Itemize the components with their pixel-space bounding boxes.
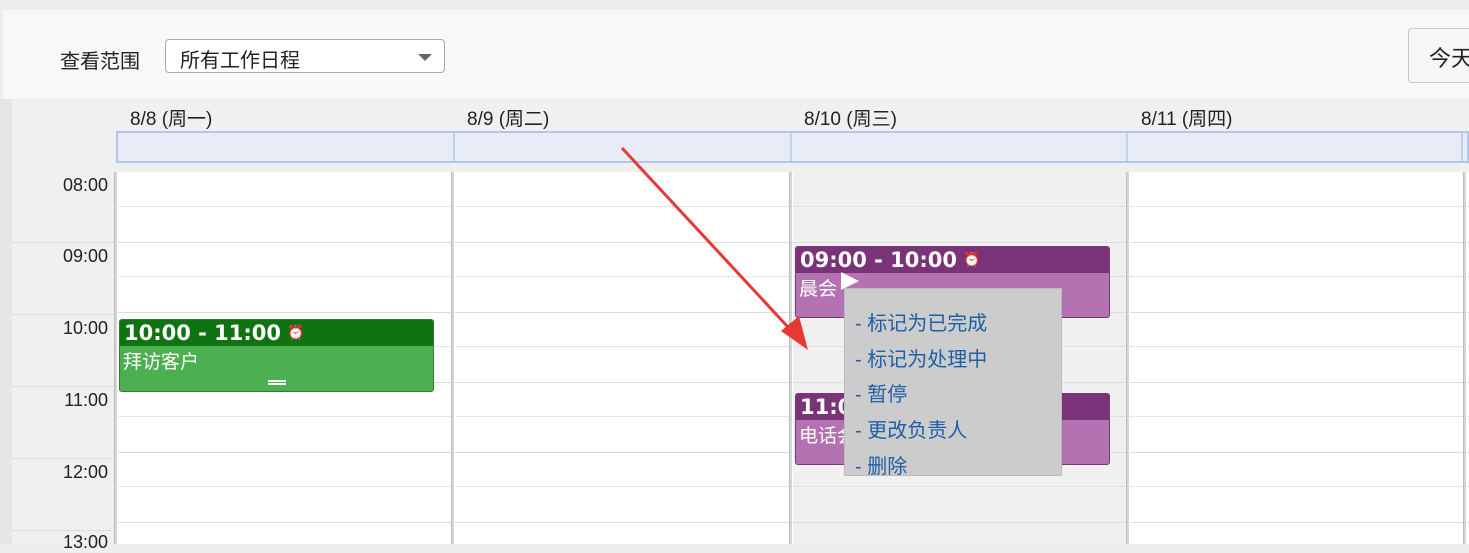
column-separator (1463, 172, 1467, 544)
all-day-separator (1126, 133, 1128, 161)
event-header: 10:00 - 11:00 ⏰ (120, 320, 433, 346)
menu-item-delete[interactable]: - 删除 (845, 450, 1061, 486)
hour-label: 13:00 (62, 532, 108, 552)
resize-handle-icon[interactable] (268, 380, 286, 385)
column-separator (789, 172, 793, 544)
caret-down-icon (418, 54, 432, 61)
hour-separator (12, 530, 116, 531)
menu-item-mark-in-progress[interactable]: - 标记为处理中 (845, 343, 1061, 379)
hour-label: 10:00 (62, 318, 108, 338)
today-button[interactable]: 今天 (1408, 28, 1469, 83)
all-day-separator (1461, 133, 1463, 161)
menu-item-change-owner[interactable]: - 更改负责人 (845, 414, 1061, 450)
event-time: 09:00 - 10:00 (800, 248, 958, 272)
hour-label: 08:00 (62, 175, 108, 195)
scope-select-value: 所有工作日程 (180, 50, 300, 72)
menu-item-mark-complete[interactable]: - 标记为已完成 (845, 307, 1061, 343)
hour-separator (12, 458, 116, 459)
alarm-clock-icon: ⏰ (287, 325, 305, 341)
hour-label: 11:00 (64, 390, 108, 410)
hour-separator (12, 314, 116, 315)
all-day-separator (790, 133, 792, 161)
event-title: 拜访客户 (123, 352, 200, 373)
column-separator (114, 172, 118, 544)
day-header-thu[interactable]: 8/11 (周四) (1127, 99, 1469, 131)
event-context-menu: - 标记为已完成 - 标记为处理中 - 暂停 - 更改负责人 - 删除 (844, 288, 1062, 478)
day-header-tue[interactable]: 8/9 (周二) (453, 99, 790, 131)
day-column-thu[interactable] (1129, 172, 1469, 544)
time-column: 08:00 09:00 10:00 11:00 12:00 13:00 (12, 99, 116, 552)
scope-label: 查看范围 (60, 51, 140, 73)
all-day-separator (453, 133, 455, 161)
hour-label: 09:00 (62, 246, 108, 266)
event-visit-client[interactable]: 10:00 - 11:00 ⏰ 拜访客户 (119, 319, 434, 392)
alarm-clock-icon: ⏰ (963, 252, 981, 268)
day-header-wed[interactable]: 8/10 (周三) (790, 99, 1127, 131)
day-column-tue[interactable] (453, 172, 790, 544)
hour-separator (12, 242, 116, 243)
scope-select[interactable]: 所有工作日程 (165, 39, 445, 73)
event-header: 09:00 - 10:00 ⏰ (796, 247, 1109, 273)
event-time: 10:00 - 11:00 (124, 321, 282, 345)
all-day-row[interactable] (116, 131, 1469, 163)
hour-label: 12:00 (62, 462, 108, 482)
column-separator (451, 172, 455, 544)
hour-separator (12, 386, 116, 387)
day-header-mon[interactable]: 8/8 (周一) (116, 99, 453, 131)
top-strip (0, 0, 1469, 10)
left-gutter (0, 99, 12, 544)
column-separator (1126, 172, 1130, 544)
menu-item-pause[interactable]: - 暂停 (845, 378, 1061, 414)
